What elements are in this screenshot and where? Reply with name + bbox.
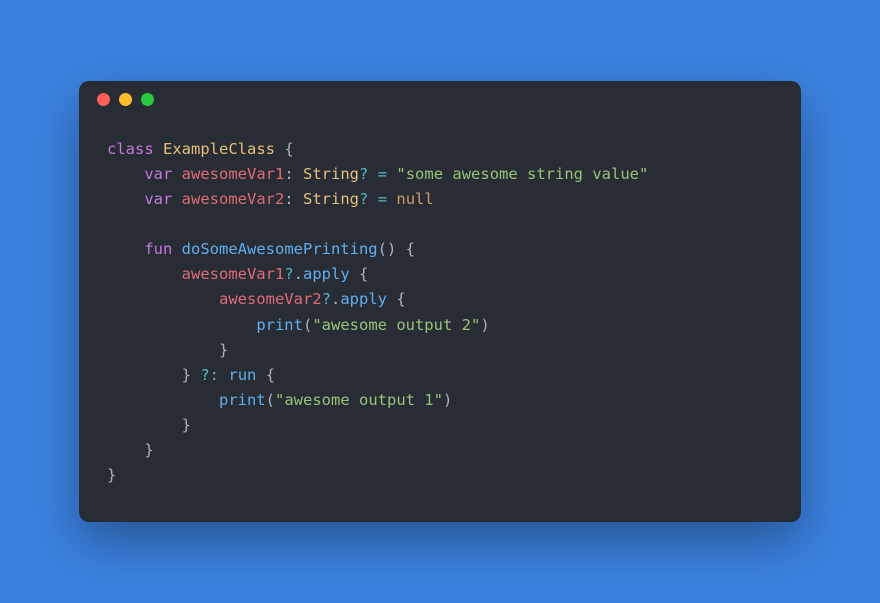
brace-close: } bbox=[182, 416, 191, 434]
dot: . bbox=[331, 290, 340, 308]
string-literal: "awesome output 1" bbox=[275, 391, 443, 409]
function-name: doSomeAwesomePrinting bbox=[182, 240, 378, 258]
indent bbox=[107, 341, 219, 359]
string-literal: "awesome output 2" bbox=[312, 316, 480, 334]
keyword-fun: fun bbox=[144, 240, 172, 258]
elvis-operator: ?: bbox=[200, 366, 219, 384]
equals: = bbox=[378, 190, 387, 208]
type-string: String bbox=[303, 190, 359, 208]
run-call: run bbox=[228, 366, 256, 384]
zoom-icon[interactable] bbox=[141, 93, 154, 106]
space bbox=[368, 190, 377, 208]
brace-open: { bbox=[266, 366, 275, 384]
space bbox=[275, 140, 284, 158]
nullable-mark: ? bbox=[359, 190, 368, 208]
colon: : bbox=[284, 165, 303, 183]
apply-call: apply bbox=[340, 290, 387, 308]
parens: () bbox=[378, 240, 397, 258]
indent bbox=[107, 190, 144, 208]
type-string: String bbox=[303, 165, 359, 183]
indent bbox=[107, 290, 219, 308]
space bbox=[172, 190, 181, 208]
indent bbox=[107, 240, 144, 258]
equals: = bbox=[378, 165, 387, 183]
brace-close: } bbox=[144, 441, 153, 459]
space bbox=[191, 366, 200, 384]
brace-close: } bbox=[182, 366, 191, 384]
indent bbox=[107, 416, 182, 434]
paren-open: ( bbox=[266, 391, 275, 409]
brace-open: { bbox=[396, 290, 405, 308]
indent bbox=[107, 391, 219, 409]
window-titlebar bbox=[79, 81, 801, 119]
space bbox=[387, 190, 396, 208]
brace-open: { bbox=[284, 140, 293, 158]
space bbox=[396, 240, 405, 258]
code-window: class ExampleClass { var awesomeVar1: St… bbox=[79, 81, 801, 523]
space bbox=[387, 290, 396, 308]
keyword-class: class bbox=[107, 140, 154, 158]
space bbox=[256, 366, 265, 384]
print-call: print bbox=[219, 391, 266, 409]
brace-close: } bbox=[219, 341, 228, 359]
dot: . bbox=[294, 265, 303, 283]
colon: : bbox=[284, 190, 303, 208]
var-name: awesomeVar1 bbox=[182, 165, 285, 183]
var-ref: awesomeVar1 bbox=[182, 265, 285, 283]
space bbox=[350, 265, 359, 283]
brace-open: { bbox=[406, 240, 415, 258]
indent bbox=[107, 165, 144, 183]
keyword-var: var bbox=[144, 190, 172, 208]
space bbox=[172, 165, 181, 183]
close-icon[interactable] bbox=[97, 93, 110, 106]
safe-call-q: ? bbox=[284, 265, 293, 283]
var-ref: awesomeVar2 bbox=[219, 290, 322, 308]
class-name: ExampleClass bbox=[163, 140, 275, 158]
space bbox=[172, 240, 181, 258]
space bbox=[368, 165, 377, 183]
brace-close: } bbox=[107, 466, 116, 484]
null-literal: null bbox=[396, 190, 433, 208]
indent bbox=[107, 265, 182, 283]
safe-call-q: ? bbox=[322, 290, 331, 308]
paren-open: ( bbox=[303, 316, 312, 334]
indent bbox=[107, 316, 256, 334]
var-name: awesomeVar2 bbox=[182, 190, 285, 208]
indent bbox=[107, 366, 182, 384]
print-call: print bbox=[256, 316, 303, 334]
space bbox=[219, 366, 228, 384]
space bbox=[154, 140, 163, 158]
brace-open: { bbox=[359, 265, 368, 283]
indent bbox=[107, 441, 144, 459]
nullable-mark: ? bbox=[359, 165, 368, 183]
paren-close: ) bbox=[480, 316, 489, 334]
code-block: class ExampleClass { var awesomeVar1: St… bbox=[79, 119, 801, 523]
space bbox=[387, 165, 396, 183]
paren-close: ) bbox=[443, 391, 452, 409]
apply-call: apply bbox=[303, 265, 350, 283]
minimize-icon[interactable] bbox=[119, 93, 132, 106]
string-literal: "some awesome string value" bbox=[396, 165, 648, 183]
keyword-var: var bbox=[144, 165, 172, 183]
